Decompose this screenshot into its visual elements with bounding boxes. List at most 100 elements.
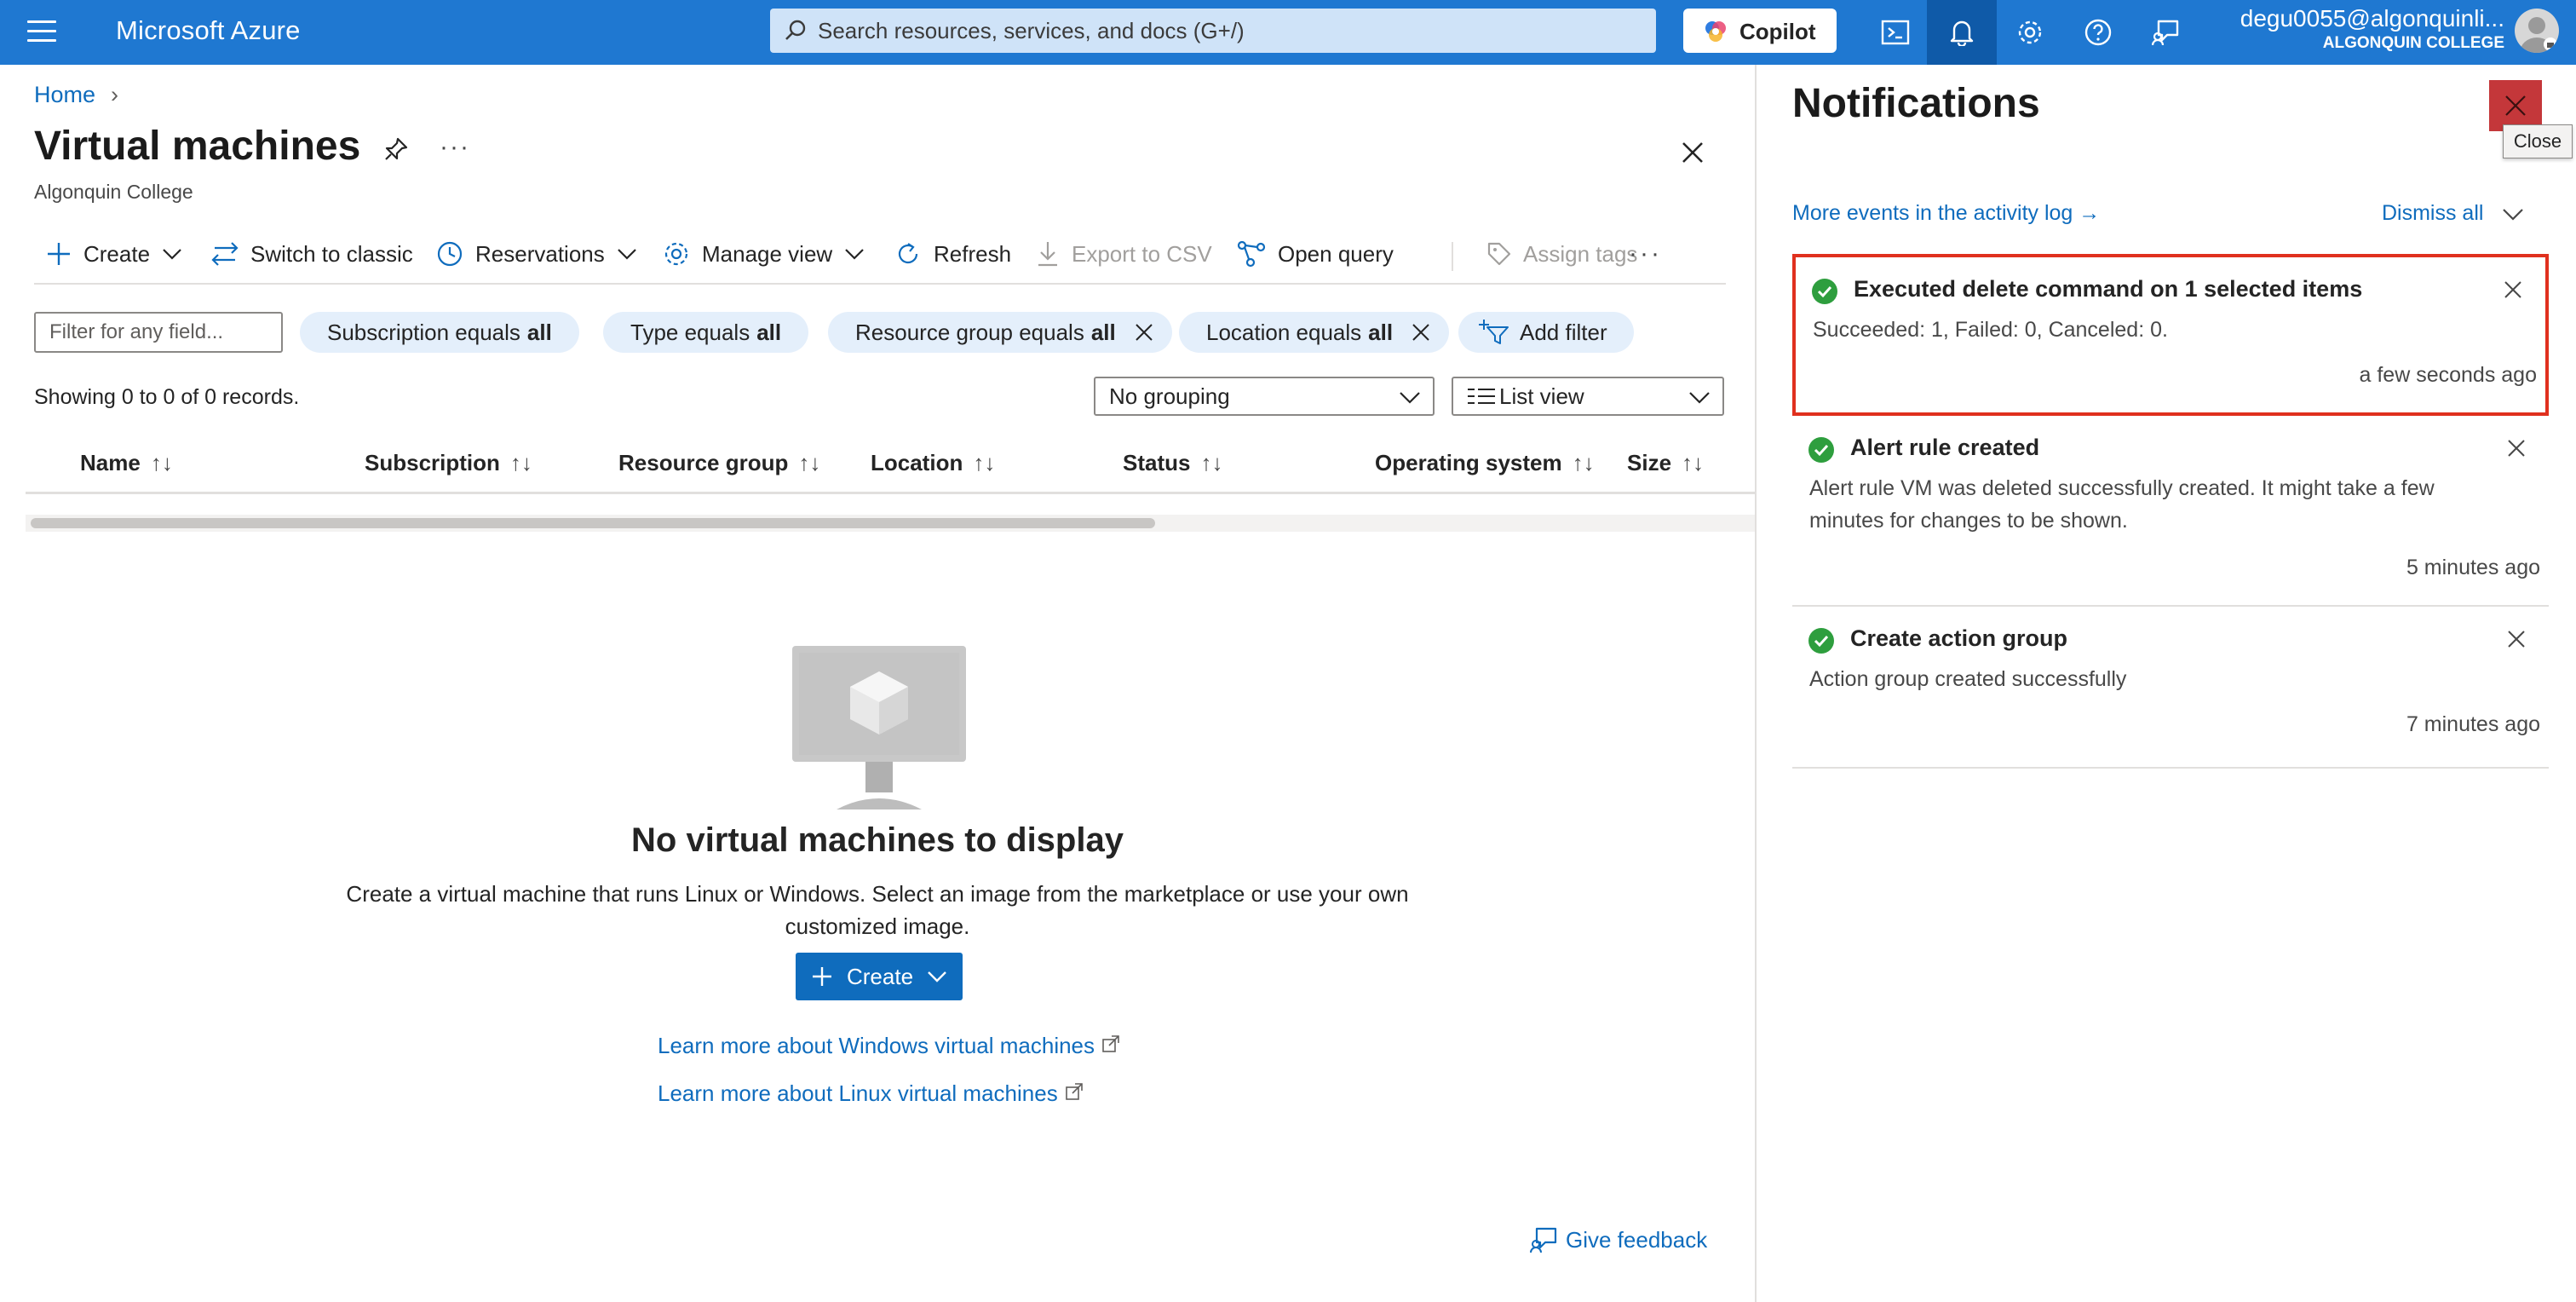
filter-bar: Subscription equalsall Type equalsall Re…: [34, 310, 1729, 354]
close-icon[interactable]: [2506, 438, 2527, 458]
settings-button[interactable]: [1995, 0, 2065, 65]
sort-icon: ↑↓: [973, 450, 996, 475]
filter-input[interactable]: [34, 312, 283, 353]
brand-title[interactable]: Microsoft Azure: [116, 15, 301, 46]
more-commands-icon[interactable]: ···: [1629, 230, 1662, 278]
virtual-machine-illustration-icon: [792, 646, 966, 809]
learn-linux-link[interactable]: Learn more about Linux virtual machines: [658, 1080, 1084, 1107]
filter-pill-label: Resource group equals: [855, 319, 1084, 345]
give-feedback-link[interactable]: Give feedback: [1530, 1225, 1707, 1254]
more-options-icon[interactable]: ···: [440, 133, 470, 162]
success-check-icon: [1812, 279, 1837, 304]
column-label: Name: [80, 450, 141, 475]
notification-item[interactable]: Create action group Action group created…: [1792, 607, 2549, 769]
give-feedback-label: Give feedback: [1566, 1226, 1708, 1253]
chevron-down-icon: [163, 249, 181, 260]
grouping-select[interactable]: No grouping: [1094, 377, 1435, 416]
open-query-button[interactable]: Open query: [1237, 230, 1394, 278]
plus-icon: [813, 967, 831, 986]
table-header: Name ↑↓ Subscription ↑↓ Resource group ↑↓ L…: [26, 431, 1757, 494]
close-notifications-button[interactable]: [2489, 80, 2542, 131]
manage-view-label: Manage view: [702, 240, 833, 267]
refresh-button[interactable]: Refresh: [894, 230, 1011, 278]
add-filter-button[interactable]: Add filter: [1458, 312, 1634, 353]
copilot-button[interactable]: Copilot: [1683, 9, 1837, 53]
filter-pill-location[interactable]: Location equals all: [1179, 312, 1450, 353]
plus-icon: [48, 243, 70, 265]
gear-icon: [2018, 20, 2042, 44]
notifications-title: Notifications: [1792, 81, 2040, 126]
top-bar: Microsoft Azure Copilot: [0, 0, 2576, 65]
notification-time: 7 minutes ago: [2406, 712, 2540, 736]
more-events-link[interactable]: More events in the activity log →: [1792, 201, 2100, 226]
account-menu[interactable]: degu0055@algonquinli... ALGONQUIN COLLEG…: [2215, 5, 2504, 53]
cloud-shell-button[interactable]: [1860, 0, 1930, 65]
close-icon[interactable]: [2503, 279, 2523, 300]
account-email: degu0055@algonquinli...: [2240, 5, 2504, 32]
filter-pill-value: all: [1090, 319, 1116, 345]
learn-windows-label: Learn more about Windows virtual machine…: [658, 1033, 1095, 1058]
chevron-down-icon: [617, 249, 636, 260]
filter-pill-value: all: [1368, 319, 1394, 345]
refresh-label: Refresh: [934, 240, 1012, 267]
add-filter-label: Add filter: [1520, 319, 1607, 345]
global-search[interactable]: [770, 9, 1656, 53]
view-select[interactable]: List view: [1452, 377, 1724, 416]
column-location[interactable]: Location ↑↓: [871, 450, 995, 476]
column-size[interactable]: Size ↑↓: [1627, 450, 1704, 476]
assign-tags-button[interactable]: Assign tags: [1486, 230, 1637, 278]
switch-icon: [211, 242, 239, 266]
assign-tags-label: Assign tags: [1523, 240, 1638, 267]
notifications-button[interactable]: [1927, 0, 1997, 65]
query-icon: [1237, 240, 1266, 268]
create-label: Create: [83, 240, 151, 267]
create-button[interactable]: Create: [46, 230, 194, 278]
column-resource-group[interactable]: Resource group ↑↓: [618, 450, 820, 476]
switch-to-classic-button[interactable]: Switch to classic: [211, 230, 413, 278]
filter-pill-resource-group[interactable]: Resource group equals all: [828, 312, 1172, 353]
column-label: Operating system: [1375, 450, 1562, 475]
scrollbar-thumb[interactable]: [31, 518, 1155, 528]
view-value: List view: [1499, 383, 1584, 409]
reservations-button[interactable]: Reservations: [436, 230, 649, 278]
filter-pill-label: Type equals: [630, 319, 750, 345]
menu-icon[interactable]: [27, 20, 56, 44]
close-icon[interactable]: [2506, 629, 2527, 649]
add-filter-icon: [1479, 320, 1509, 344]
sort-icon: ↑↓: [798, 450, 821, 475]
column-subscription[interactable]: Subscription ↑↓: [365, 450, 532, 476]
horizontal-scrollbar[interactable]: [26, 515, 1757, 532]
notifications-panel: Notifications More events in the activit…: [1757, 65, 2576, 1302]
close-icon[interactable]: [1680, 140, 1705, 165]
virtual-machines-blade: Home › Virtual machines Algonquin College…: [0, 65, 1757, 1302]
avatar[interactable]: [2515, 9, 2559, 53]
chevron-down-icon: [1400, 392, 1420, 404]
manage-view-button[interactable]: Manage view: [663, 230, 877, 278]
breadcrumb-home[interactable]: Home: [34, 82, 95, 107]
list-view-icon: [1468, 389, 1495, 404]
create-vm-button[interactable]: Create: [796, 953, 963, 1000]
search-input[interactable]: [818, 9, 1636, 53]
export-csv-label: Export to CSV: [1072, 240, 1212, 267]
notification-item[interactable]: Alert rule created Alert rule VM was del…: [1792, 416, 2549, 607]
external-link-icon: [1065, 1083, 1083, 1100]
learn-windows-link[interactable]: Learn more about Windows virtual machine…: [658, 1033, 1120, 1059]
help-button[interactable]: [2063, 0, 2133, 65]
column-status[interactable]: Status ↑↓: [1123, 450, 1222, 476]
column-label: Location: [871, 450, 963, 475]
column-name[interactable]: Name ↑↓: [80, 450, 173, 476]
filter-pill-subscription[interactable]: Subscription equals all: [300, 312, 579, 353]
chevron-down-icon[interactable]: [2502, 206, 2524, 222]
feedback-button[interactable]: [2131, 0, 2201, 65]
dismiss-all-label: Dismiss all: [2382, 201, 2484, 225]
export-csv-button[interactable]: Export to CSV: [1036, 230, 1212, 278]
remove-filter-icon[interactable]: [1135, 323, 1153, 342]
filter-pill-type[interactable]: Type equals all: [603, 312, 809, 353]
notification-item[interactable]: Executed delete command on 1 selected it…: [1792, 254, 2549, 416]
filter-pill-value: all: [756, 319, 782, 345]
column-operating-system[interactable]: Operating system ↑↓: [1375, 450, 1595, 476]
dismiss-all-button[interactable]: Dismiss all: [2382, 201, 2524, 226]
pin-icon[interactable]: [383, 136, 409, 162]
remove-filter-icon[interactable]: [1412, 323, 1430, 342]
clock-icon: [437, 241, 463, 267]
